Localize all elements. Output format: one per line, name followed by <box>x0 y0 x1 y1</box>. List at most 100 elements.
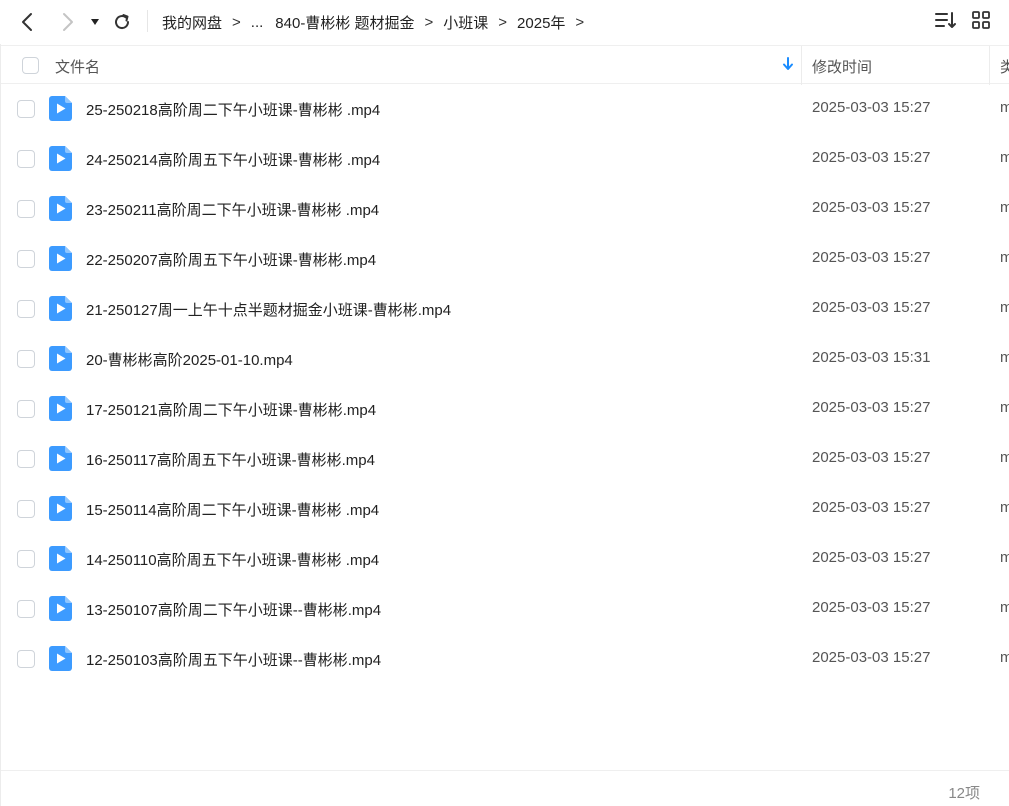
file-type: m <box>1000 649 1009 666</box>
sort-list-icon <box>935 11 957 33</box>
breadcrumb-separator: > <box>232 13 241 31</box>
file-mtime: 2025-03-03 15:27 <box>812 449 931 466</box>
row-checkbox[interactable] <box>17 400 35 418</box>
breadcrumb: 我的网盘 > ... 840-曹彬彬 题材掘金 > 小班课 > 2025年 > <box>162 0 584 44</box>
file-name[interactable]: 15-250114高阶周二下午小班课-曹彬彬 .mp4 <box>86 499 379 520</box>
file-name[interactable]: 20-曹彬彬高阶2025-01-10.mp4 <box>86 349 293 370</box>
file-type: m <box>1000 99 1009 116</box>
forward-button[interactable] <box>53 8 81 36</box>
sort-descending-icon[interactable] <box>782 57 794 75</box>
video-file-icon <box>49 346 72 371</box>
file-list: 25-250218高阶周二下午小班课-曹彬彬 .mp4 2025-03-03 15… <box>1 84 1009 684</box>
file-mtime: 2025-03-03 15:27 <box>812 299 931 316</box>
row-checkbox[interactable] <box>17 150 35 168</box>
file-mtime: 2025-03-03 15:31 <box>812 349 931 366</box>
column-header-type[interactable]: 类 <box>1000 56 1009 77</box>
row-checkbox[interactable] <box>17 100 35 118</box>
file-name[interactable]: 14-250110高阶周五下午小班课-曹彬彬 .mp4 <box>86 549 379 570</box>
file-type: m <box>1000 549 1009 566</box>
file-name[interactable]: 25-250218高阶周二下午小班课-曹彬彬 .mp4 <box>86 99 380 120</box>
breadcrumb-item-ellipsis[interactable]: ... <box>251 14 264 31</box>
file-row[interactable]: 14-250110高阶周五下午小班课-曹彬彬 .mp4 2025-03-03 15… <box>1 534 1009 584</box>
row-checkbox[interactable] <box>17 350 35 368</box>
video-file-icon <box>49 96 72 121</box>
file-type: m <box>1000 349 1009 366</box>
breadcrumb-item-subfolder[interactable]: 小班课 <box>443 12 488 33</box>
file-type: m <box>1000 149 1009 166</box>
file-name[interactable]: 24-250214高阶周五下午小班课-曹彬彬 .mp4 <box>86 149 380 170</box>
file-name[interactable]: 22-250207高阶周五下午小班课-曹彬彬.mp4 <box>86 249 376 270</box>
sort-button[interactable] <box>935 11 957 33</box>
breadcrumb-item-current[interactable]: 2025年 <box>517 12 565 33</box>
file-row[interactable]: 16-250117高阶周五下午小班课-曹彬彬.mp4 2025-03-03 15:… <box>1 434 1009 484</box>
breadcrumb-item-folder[interactable]: 840-曹彬彬 题材掘金 <box>275 12 414 33</box>
video-file-icon <box>49 496 72 521</box>
refresh-button[interactable] <box>108 8 136 36</box>
file-name[interactable]: 23-250211高阶周二下午小班课-曹彬彬 .mp4 <box>86 199 379 220</box>
file-mtime: 2025-03-03 15:27 <box>812 499 931 516</box>
column-divider[interactable] <box>801 46 802 85</box>
grid-view-icon <box>971 10 991 34</box>
video-file-icon <box>49 596 72 621</box>
file-mtime: 2025-03-03 15:27 <box>812 249 931 266</box>
file-name[interactable]: 16-250117高阶周五下午小班课-曹彬彬.mp4 <box>86 449 375 470</box>
file-name[interactable]: 12-250103高阶周五下午小班课--曹彬彬.mp4 <box>86 649 381 670</box>
file-row[interactable]: 20-曹彬彬高阶2025-01-10.mp4 2025-03-03 15:31 m <box>1 334 1009 384</box>
file-mtime: 2025-03-03 15:27 <box>812 99 931 116</box>
caret-down-icon <box>90 18 100 26</box>
file-list-header: 文件名 修改时间 类 <box>1 45 1009 85</box>
file-name[interactable]: 21-250127周一上午十点半题材掘金小班课-曹彬彬.mp4 <box>86 299 451 320</box>
file-row[interactable]: 15-250114高阶周二下午小班课-曹彬彬 .mp4 2025-03-03 15… <box>1 484 1009 534</box>
video-file-icon <box>49 246 72 271</box>
item-count: 12项 <box>948 785 980 802</box>
video-file-icon <box>49 146 72 171</box>
row-checkbox[interactable] <box>17 450 35 468</box>
refresh-icon <box>112 12 132 32</box>
file-mtime: 2025-03-03 15:27 <box>812 199 931 216</box>
breadcrumb-item-root[interactable]: 我的网盘 <box>162 12 222 33</box>
video-file-icon <box>49 646 72 671</box>
column-divider[interactable] <box>989 46 990 85</box>
file-row[interactable]: 17-250121高阶周二下午小班课-曹彬彬.mp4 2025-03-03 15:… <box>1 384 1009 434</box>
video-file-icon <box>49 396 72 421</box>
file-type: m <box>1000 399 1009 416</box>
status-bar: 12项 <box>1 770 1009 806</box>
row-checkbox[interactable] <box>17 300 35 318</box>
video-file-icon <box>49 296 72 321</box>
file-row[interactable]: 24-250214高阶周五下午小班课-曹彬彬 .mp4 2025-03-03 15… <box>1 134 1009 184</box>
file-row[interactable]: 25-250218高阶周二下午小班课-曹彬彬 .mp4 2025-03-03 15… <box>1 84 1009 134</box>
file-row[interactable]: 12-250103高阶周五下午小班课--曹彬彬.mp4 2025-03-03 15… <box>1 634 1009 684</box>
toolbar: 我的网盘 > ... 840-曹彬彬 题材掘金 > 小班课 > 2025年 > <box>0 0 1009 44</box>
file-mtime: 2025-03-03 15:27 <box>812 149 931 166</box>
file-row[interactable]: 13-250107高阶周二下午小班课--曹彬彬.mp4 2025-03-03 15… <box>1 584 1009 634</box>
row-checkbox[interactable] <box>17 250 35 268</box>
file-type: m <box>1000 499 1009 516</box>
file-type: m <box>1000 199 1009 216</box>
row-checkbox[interactable] <box>17 200 35 218</box>
column-header-name[interactable]: 文件名 <box>55 56 100 77</box>
chevron-left-icon <box>20 12 36 32</box>
file-mtime: 2025-03-03 15:27 <box>812 649 931 666</box>
back-button[interactable] <box>14 8 42 36</box>
file-row[interactable]: 21-250127周一上午十点半题材掘金小班课-曹彬彬.mp4 2025-03-0… <box>1 284 1009 334</box>
column-header-mtime[interactable]: 修改时间 <box>812 56 872 77</box>
file-mtime: 2025-03-03 15:27 <box>812 399 931 416</box>
file-type: m <box>1000 249 1009 266</box>
file-mtime: 2025-03-03 15:27 <box>812 549 931 566</box>
toolbar-divider <box>147 10 148 32</box>
file-row[interactable]: 22-250207高阶周五下午小班课-曹彬彬.mp4 2025-03-03 15:… <box>1 234 1009 284</box>
row-checkbox[interactable] <box>17 550 35 568</box>
row-checkbox[interactable] <box>17 600 35 618</box>
row-checkbox[interactable] <box>17 650 35 668</box>
select-all-checkbox[interactable] <box>22 57 39 74</box>
file-name[interactable]: 17-250121高阶周二下午小班课-曹彬彬.mp4 <box>86 399 376 420</box>
row-checkbox[interactable] <box>17 500 35 518</box>
video-file-icon <box>49 546 72 571</box>
view-mode-button[interactable] <box>970 11 992 33</box>
file-mtime: 2025-03-03 15:27 <box>812 599 931 616</box>
chevron-right-icon <box>59 12 75 32</box>
file-name[interactable]: 13-250107高阶周二下午小班课--曹彬彬.mp4 <box>86 599 381 620</box>
video-file-icon <box>49 446 72 471</box>
history-dropdown-button[interactable] <box>82 8 108 36</box>
file-row[interactable]: 23-250211高阶周二下午小班课-曹彬彬 .mp4 2025-03-03 15… <box>1 184 1009 234</box>
